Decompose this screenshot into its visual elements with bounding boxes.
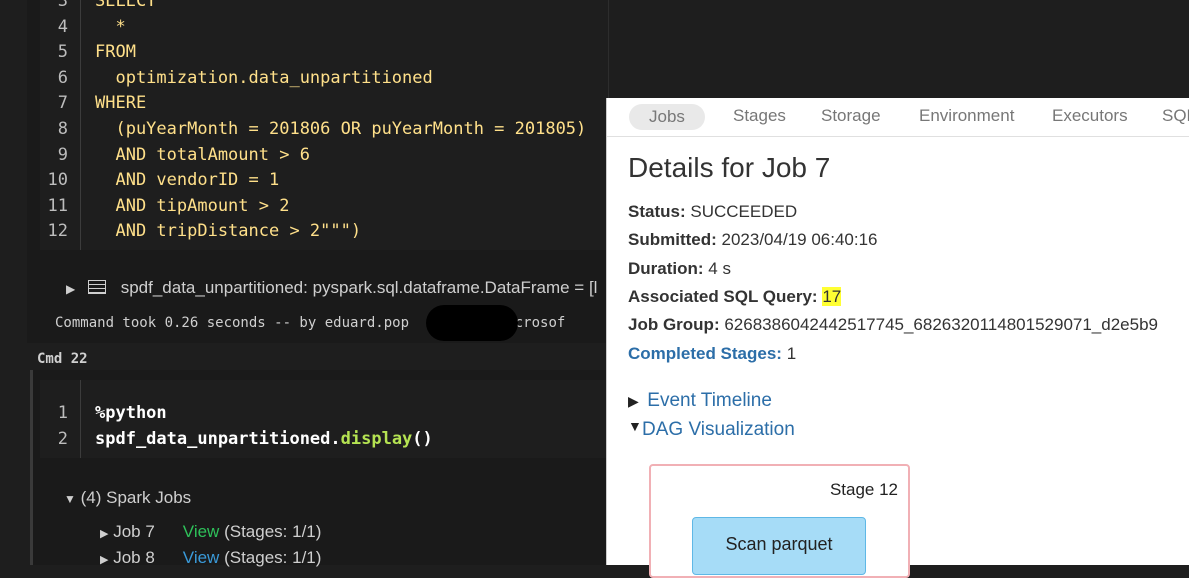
line-number: 10 xyxy=(47,170,68,191)
line-number: 9 xyxy=(57,144,68,165)
job-row[interactable]: ▶ Job 7 View (Stages: 1/1) xyxy=(100,522,321,542)
job-row[interactable]: ▶ Job 8 View (Stages: 1/1) xyxy=(100,548,321,568)
code-line: (puYearMonth = 201806 OR puYearMonth = 2… xyxy=(95,119,587,139)
line-number: 12 xyxy=(47,221,68,242)
line-number: 8 xyxy=(57,119,68,139)
completed-stages-row: Completed Stages: 1 xyxy=(628,344,797,363)
code-line: AND tipAmount > 2 xyxy=(95,195,290,216)
sql-query-link[interactable]: 17 xyxy=(822,287,842,306)
status-row: Status: SUCCEEDED xyxy=(628,202,798,221)
line-number: 11 xyxy=(47,195,68,216)
gutter-divider xyxy=(80,0,81,250)
caret-right-icon: ▶ xyxy=(628,393,639,409)
dataframe-schema: spdf_data_unpartitioned: pyspark.sql.dat… xyxy=(120,278,594,297)
dag-node-scan-parquet[interactable]: Scan parquet xyxy=(692,517,866,575)
tab-executors[interactable]: Executors xyxy=(1052,106,1128,126)
tab-environment[interactable]: Environment xyxy=(919,106,1014,126)
table-icon xyxy=(87,280,106,294)
caret-down-icon: ▼ xyxy=(628,418,642,434)
dag-visualization-toggle[interactable]: ▼DAG Visualization xyxy=(628,418,795,441)
submitted-row: Submitted: 2023/04/19 06:40:16 xyxy=(628,230,878,249)
tab-stages[interactable]: Stages xyxy=(733,106,786,126)
tab-jobs[interactable]: Jobs xyxy=(629,104,705,130)
sql-query-row: Associated SQL Query: 17 xyxy=(628,287,842,306)
line-number: 6 xyxy=(57,67,68,88)
line-number: 1 xyxy=(57,403,68,423)
dataframe-schema-suffix: l xyxy=(593,278,598,297)
spark-jobs-toggle[interactable]: ▼ (4) Spark Jobs xyxy=(64,488,191,508)
code-line: * xyxy=(95,16,126,37)
cmd-header: Cmd 22 xyxy=(37,351,88,367)
code-line: WHERE xyxy=(95,93,147,114)
redaction-mark xyxy=(426,305,518,341)
tab-sql[interactable]: SQL xyxy=(1162,106,1189,126)
line-number: 4 xyxy=(57,16,68,37)
code-line: SELECT xyxy=(95,0,157,11)
tab-storage[interactable]: Storage xyxy=(821,106,881,126)
line-number: 5 xyxy=(57,42,68,63)
code-line: AND tripDistance > 2""") xyxy=(95,221,362,242)
code-line: AND totalAmount > 6 xyxy=(95,144,310,165)
job-group-row: Job Group: 6268386042442517745_682632011… xyxy=(628,315,1158,334)
code-line: AND vendorID = 1 xyxy=(95,170,280,191)
code-line: optimization.data_unpartitioned xyxy=(95,67,433,88)
result-dataframe-row[interactable]: ▶ spdf_data_unpartitioned: pyspark.sql.d… xyxy=(66,278,597,298)
line-number: 3 xyxy=(57,0,68,11)
line-number: 2 xyxy=(57,429,68,449)
code-line: %python xyxy=(95,403,167,423)
node-label: Scan parquet xyxy=(725,534,833,554)
gutter-divider-2 xyxy=(80,380,81,458)
event-timeline-toggle[interactable]: ▶ Event Timeline xyxy=(628,390,772,412)
stage-label: Stage 12 xyxy=(829,480,898,499)
job-view-link[interactable]: View xyxy=(183,522,220,541)
page-title: Details for Job 7 xyxy=(628,152,831,183)
spark-ui-panel: Jobs Stages Storage Environment Executor… xyxy=(606,98,1189,578)
code-line: spdf_data_unpartitioned.display() xyxy=(95,429,433,449)
expand-triangle-icon[interactable]: ▶ xyxy=(66,282,75,296)
dag-stage-box[interactable]: Stage 12 Scan parquet xyxy=(649,464,910,578)
spark-ui-tabs: Jobs Stages Storage Environment Executor… xyxy=(607,98,1189,137)
duration-row: Duration: 4 s xyxy=(628,259,731,278)
line-number: 7 xyxy=(57,93,68,114)
code-line: FROM xyxy=(95,42,136,63)
completed-stages-link[interactable]: Completed Stages: xyxy=(628,344,782,363)
job-view-link[interactable]: View xyxy=(183,548,220,567)
